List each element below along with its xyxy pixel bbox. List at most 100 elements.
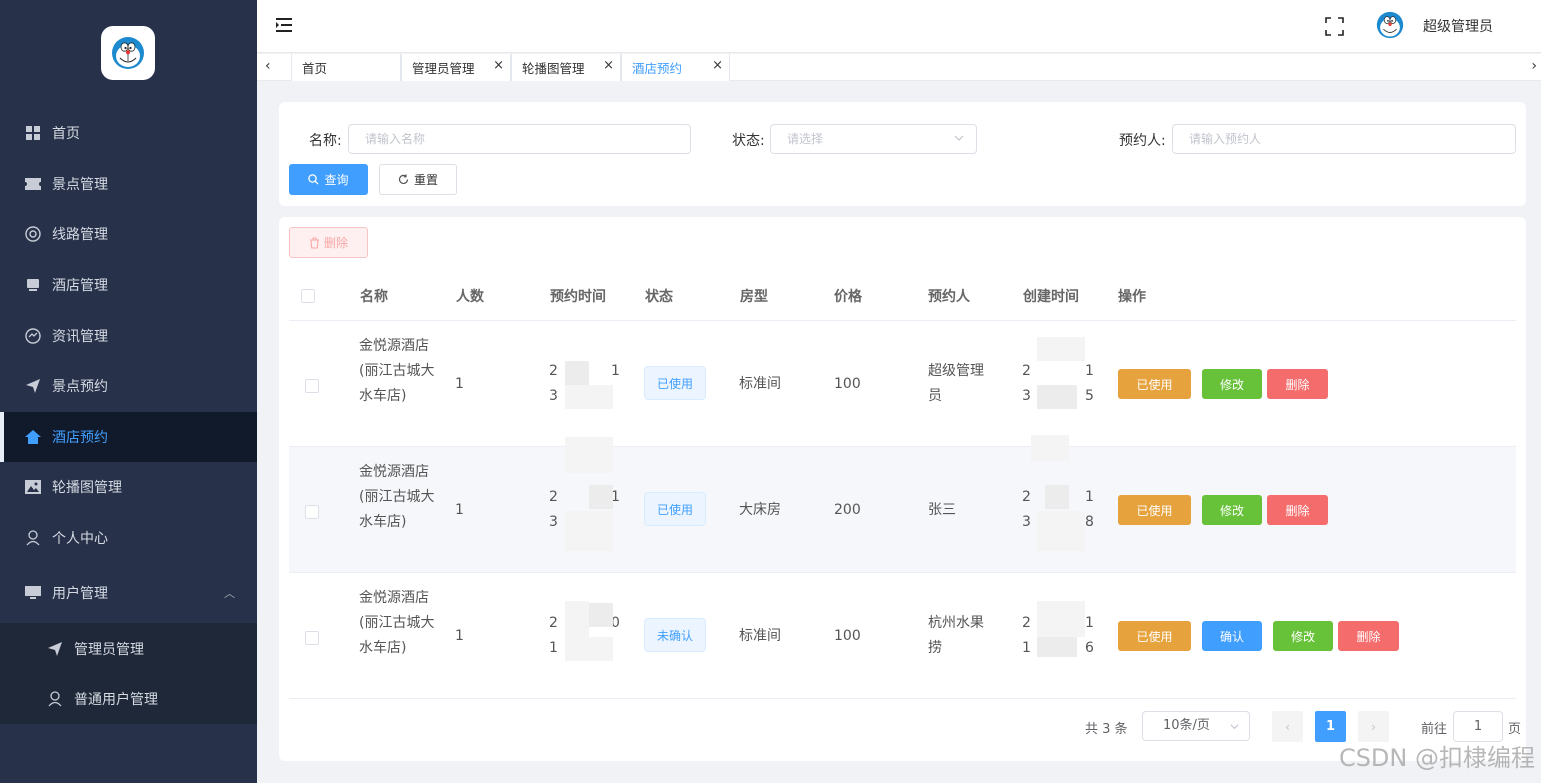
row-checkbox[interactable] — [305, 505, 319, 519]
close-icon[interactable]: × — [603, 58, 614, 73]
room-type: 标准间 — [739, 628, 781, 644]
sidebar-item-label: 管理员管理 — [74, 641, 144, 658]
sidebar-item-admin-management[interactable]: 管理员管理 — [0, 623, 257, 674]
room-type: 大床房 — [739, 502, 781, 518]
redaction-mask — [565, 601, 589, 637]
username[interactable]: 超级管理员 — [1423, 16, 1493, 36]
redaction-mask — [1037, 601, 1085, 637]
tab-hotel-booking[interactable]: 酒店预约 × — [621, 54, 730, 81]
people-count: 1 — [455, 502, 464, 518]
fullscreen-icon[interactable] — [1325, 17, 1344, 36]
sidebar-item-carousel[interactable]: 轮播图管理 — [0, 462, 257, 513]
delete-button[interactable]: 删除 — [1267, 495, 1328, 525]
sidebar-item-news[interactable]: 资讯管理 — [0, 310, 257, 361]
booker-input[interactable] — [1172, 124, 1516, 154]
book-time: 2 — [549, 363, 558, 379]
status-placeholder: 请选择 — [787, 132, 824, 146]
redaction-mask — [1045, 485, 1069, 509]
chevron-left-icon[interactable]: ‹ — [265, 58, 271, 74]
prev-page-button[interactable]: ‹ — [1272, 711, 1303, 742]
paper-plane-icon — [24, 377, 42, 395]
chevron-left-icon: ‹ — [1285, 719, 1290, 734]
page-size-select[interactable]: 10条/页 — [1142, 711, 1250, 741]
price: 100 — [834, 628, 861, 644]
sidebar-item-profile[interactable]: 个人中心 — [0, 513, 257, 564]
column-header: 名称 — [360, 289, 388, 305]
tab-carousel-management[interactable]: 轮播图管理 × — [511, 54, 621, 81]
paper-plane-icon — [46, 640, 64, 658]
sidebar-group-user-management[interactable]: 用户管理 ︿ — [0, 563, 257, 623]
confirm-button[interactable]: 确认 — [1202, 621, 1262, 651]
created-time: 2 — [1022, 615, 1031, 631]
sidebar-item-label: 线路管理 — [52, 227, 108, 244]
mark-used-button[interactable]: 已使用 — [1118, 495, 1191, 525]
ticket-icon — [24, 175, 42, 193]
name-input[interactable] — [348, 124, 691, 154]
row-checkbox[interactable] — [305, 379, 319, 393]
menu-toggle-icon[interactable] — [276, 17, 294, 33]
booker: 杭州水果捞 — [928, 615, 984, 656]
created-time: 2 — [1022, 363, 1031, 379]
redaction-mask — [1031, 435, 1069, 461]
mark-used-button[interactable]: 已使用 — [1118, 621, 1191, 651]
sidebar-item-normal-user-management[interactable]: 普通用户管理 — [0, 674, 257, 725]
user-icon — [24, 529, 42, 547]
created-time: 1 — [1085, 615, 1094, 631]
chevron-right-icon[interactable]: › — [1531, 58, 1537, 74]
trash-icon — [309, 236, 319, 249]
top-header: 超级管理员 — [257, 0, 1541, 53]
sidebar-item-scenic[interactable]: 景点管理 — [0, 159, 257, 210]
created-time: 8 — [1085, 514, 1094, 530]
hotel-icon — [24, 276, 42, 294]
edit-button[interactable]: 修改 — [1202, 369, 1262, 399]
hotel-name: 金悦源酒店(丽江古城大水车店) — [359, 338, 435, 404]
close-icon[interactable]: × — [712, 58, 723, 73]
hotel-name: 金悦源酒店(丽江古城大水车店) — [359, 464, 435, 530]
people-count: 1 — [455, 376, 464, 392]
home-icon — [24, 428, 42, 446]
row-checkbox[interactable] — [305, 631, 319, 645]
created-time: 1 — [1085, 489, 1094, 505]
edit-button[interactable]: 修改 — [1273, 621, 1333, 651]
chevron-right-icon: › — [1371, 719, 1376, 734]
book-time: 2 — [549, 615, 558, 631]
close-icon[interactable]: × — [493, 58, 504, 73]
created-time: 6 — [1085, 640, 1094, 656]
redaction-mask — [1037, 637, 1077, 657]
column-header: 预约人 — [928, 289, 970, 305]
sidebar-item-route[interactable]: 线路管理 — [0, 209, 257, 260]
search-form: 名称: 状态: 请选择 预约人: 查询 重置 — [279, 102, 1526, 206]
reset-button[interactable]: 重置 — [379, 164, 457, 195]
tab-home[interactable]: 首页 — [291, 54, 401, 81]
hotel-name: 金悦源酒店(丽江古城大水车店) — [359, 590, 435, 656]
column-header: 状态 — [645, 289, 673, 305]
sidebar-item-hotel-booking[interactable]: 酒店预约 — [0, 411, 257, 463]
book-time: 3 — [549, 388, 558, 404]
batch-delete-button[interactable]: 删除 — [289, 227, 368, 258]
people-count: 1 — [455, 628, 464, 644]
price: 100 — [834, 376, 861, 392]
sidebar-item-label: 轮播图管理 — [52, 480, 122, 497]
redaction-mask — [589, 485, 613, 509]
avatar[interactable] — [1376, 11, 1404, 39]
room-type: 标准间 — [739, 376, 781, 392]
delete-button[interactable]: 删除 — [1338, 621, 1399, 651]
sidebar-item-home[interactable]: 首页 — [0, 108, 257, 159]
delete-button[interactable]: 删除 — [1267, 369, 1328, 399]
name-label: 名称: — [309, 133, 342, 149]
sidebar-item-hotel[interactable]: 酒店管理 — [0, 260, 257, 311]
sidebar-menu: 首页 景点管理 线路管理 酒店管理 资讯管理 景点预约 酒店预约 轮播图管理 个… — [0, 108, 257, 725]
status-select[interactable]: 请选择 — [770, 124, 977, 154]
status-badge: 已使用 — [644, 366, 707, 400]
mark-used-button[interactable]: 已使用 — [1118, 369, 1191, 399]
booker-label: 预约人: — [1119, 133, 1166, 149]
select-all-checkbox[interactable] — [301, 289, 315, 303]
query-button[interactable]: 查询 — [289, 164, 368, 195]
sidebar-item-scenic-booking[interactable]: 景点预约 — [0, 361, 257, 412]
chevron-up-icon: ︿ — [224, 587, 235, 601]
edit-button[interactable]: 修改 — [1202, 495, 1262, 525]
pagination-total: 共 3 条 — [1085, 722, 1128, 737]
sidebar-item-label: 酒店预约 — [52, 429, 108, 446]
lifebuoy-icon — [24, 225, 42, 243]
tab-admin-management[interactable]: 管理员管理 × — [401, 54, 511, 81]
